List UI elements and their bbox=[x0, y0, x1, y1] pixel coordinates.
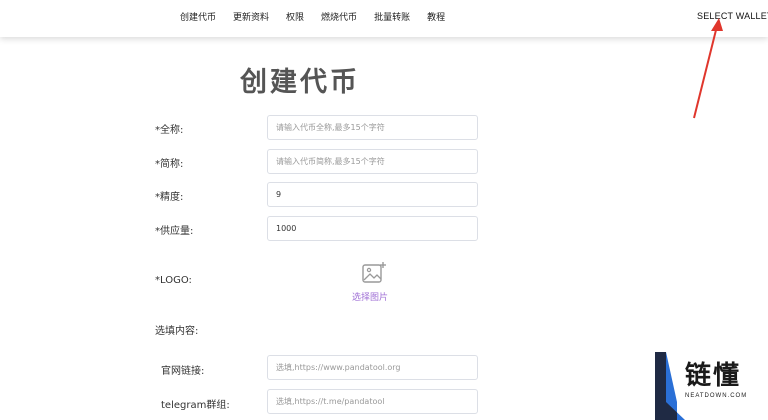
top-navbar: 创建代币 更新资料 权限 燃烧代币 批量转账 教程 SELECT WALLET bbox=[0, 0, 768, 37]
full-name-input[interactable] bbox=[267, 115, 478, 140]
full-name-label: *全称: bbox=[155, 125, 184, 136]
nav-item-tutorial[interactable]: 教程 bbox=[427, 10, 445, 23]
supply-label: *供应量: bbox=[155, 226, 194, 237]
image-add-icon bbox=[362, 262, 386, 283]
logo-label: *LOGO: bbox=[155, 275, 192, 286]
nav-item-permissions[interactable]: 权限 bbox=[286, 10, 304, 23]
nav-item-create-token[interactable]: 创建代币 bbox=[180, 10, 216, 23]
telegram-input[interactable] bbox=[267, 389, 478, 414]
page-title: 创建代币 bbox=[240, 67, 360, 98]
telegram-label: telegram群组: bbox=[161, 400, 230, 411]
website-label: 官网链接: bbox=[161, 366, 205, 377]
short-name-input[interactable] bbox=[267, 149, 478, 174]
decimals-input[interactable] bbox=[267, 182, 478, 207]
decimals-label: *精度: bbox=[155, 192, 184, 203]
select-wallet-button[interactable]: SELECT WALLET bbox=[697, 11, 768, 21]
nav-item-burn-token[interactable]: 燃烧代币 bbox=[321, 10, 357, 23]
logo-upload-label[interactable]: 选择图片 bbox=[352, 290, 388, 303]
nav-item-batch-transfer[interactable]: 批量转账 bbox=[374, 10, 410, 23]
short-name-label: *简称: bbox=[155, 159, 184, 170]
watermark-text: 链懂 bbox=[685, 361, 742, 391]
supply-input[interactable] bbox=[267, 216, 478, 241]
optional-section-label: 选填内容: bbox=[155, 326, 199, 337]
watermark-subtext: NEATDOWN.COM bbox=[685, 393, 748, 399]
nav-item-update-info[interactable]: 更新资料 bbox=[233, 10, 269, 23]
main-nav: 创建代币 更新资料 权限 燃烧代币 批量转账 教程 bbox=[180, 10, 445, 23]
website-input[interactable] bbox=[267, 355, 478, 380]
